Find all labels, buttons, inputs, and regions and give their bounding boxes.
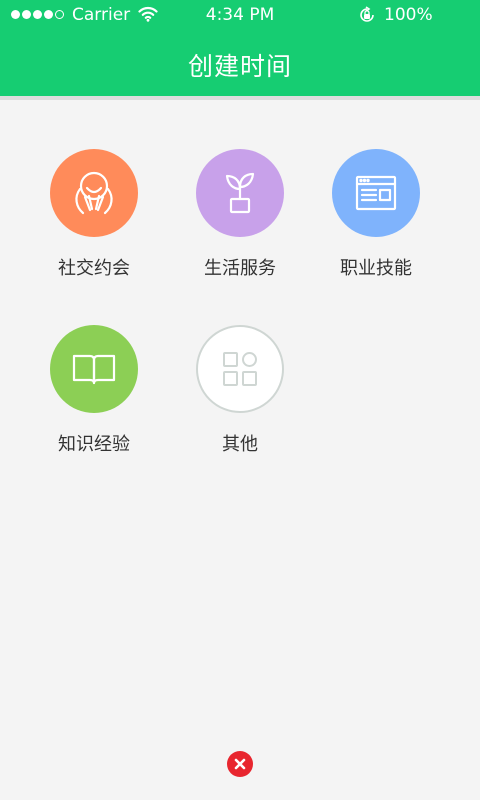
close-icon (234, 758, 246, 770)
book-icon (50, 325, 138, 413)
hug-face-icon (50, 149, 138, 237)
close-button[interactable] (227, 751, 253, 777)
grid-icon (196, 325, 284, 413)
plant-pot-icon (196, 149, 284, 237)
category-label: 生活服务 (204, 258, 276, 279)
category-life-services[interactable]: 生活服务 (185, 149, 295, 279)
category-social-dating[interactable]: 社交约会 (39, 149, 149, 279)
category-other[interactable]: 其他 (185, 325, 295, 455)
category-career-skills[interactable]: 职业技能 (321, 149, 431, 279)
header: Carrier 4:34 PM 100% 创建时间 (0, 0, 480, 96)
browser-window-icon (332, 149, 420, 237)
category-knowledge-experience[interactable]: 知识经验 (39, 325, 149, 455)
battery-level: 100% (384, 5, 433, 25)
status-bar: Carrier 4:34 PM 100% (0, 0, 480, 32)
category-label: 职业技能 (340, 258, 412, 279)
page-title: 创建时间 (187, 52, 292, 81)
category-label: 社交约会 (58, 258, 130, 279)
category-label: 知识经验 (58, 434, 130, 455)
rotation-lock-icon (358, 6, 376, 29)
category-label: 其他 (222, 434, 258, 455)
header-divider (0, 96, 480, 100)
